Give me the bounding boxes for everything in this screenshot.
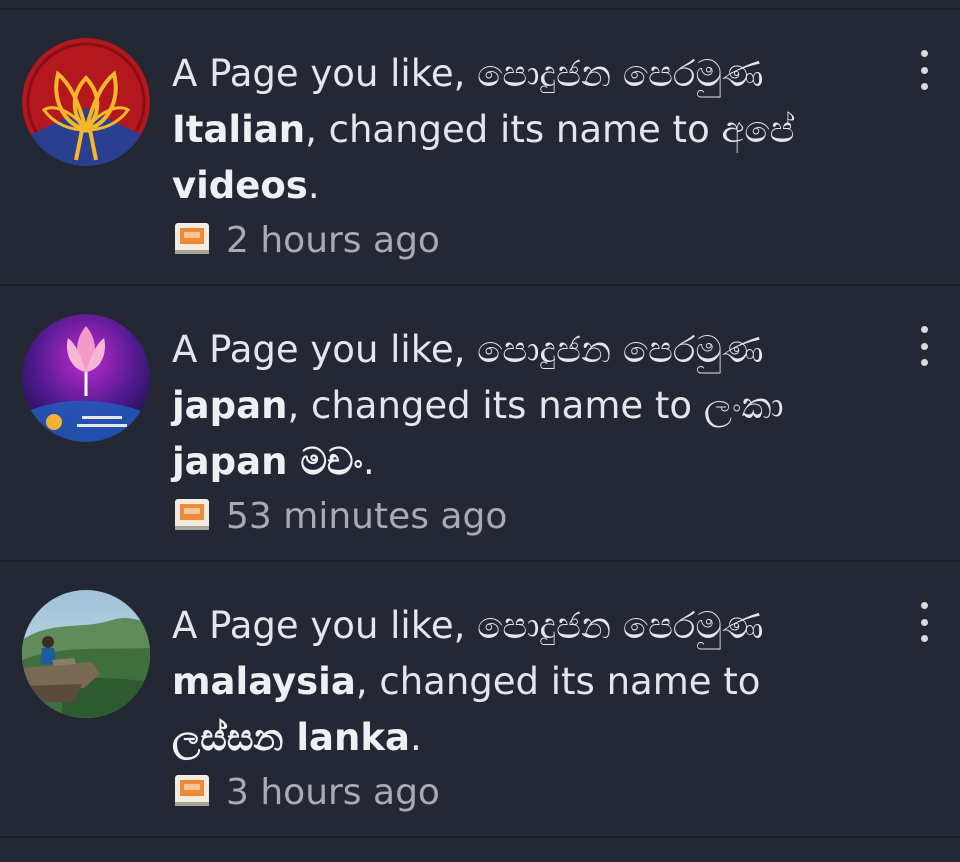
old-page-name: japan xyxy=(172,384,288,427)
page-flag-icon xyxy=(172,220,212,260)
notification-item[interactable]: A Page you like, පොදුජන පෙරමුණ Italian, … xyxy=(0,10,960,286)
more-options-icon[interactable] xyxy=(914,326,934,366)
page-avatar[interactable] xyxy=(22,38,150,166)
notification-list: A Page you like, පොදුජන පෙරමුණ Italian, … xyxy=(0,0,960,862)
timestamp: 53 minutes ago xyxy=(226,495,508,537)
old-page-name: malaysia xyxy=(172,660,356,703)
page-flag-icon xyxy=(172,496,212,536)
notification-item[interactable]: A Page you like, පොදුජන පෙරමුණ malaysia,… xyxy=(0,562,960,838)
lotus-logo-icon xyxy=(22,38,150,166)
landscape-photo-icon xyxy=(22,590,150,718)
new-page-name: videos xyxy=(172,164,308,207)
lotus-logo-icon xyxy=(22,314,150,442)
more-options-icon[interactable] xyxy=(914,602,934,642)
more-options-icon[interactable] xyxy=(914,50,934,90)
notification-text: A Page you like, පොදුජන පෙරමුණ Italian, … xyxy=(172,52,795,207)
notification-meta: 3 hours ago xyxy=(172,771,440,813)
timestamp: 2 hours ago xyxy=(226,219,440,261)
page-flag-icon xyxy=(172,772,212,812)
old-page-name: Italian xyxy=(172,108,306,151)
notification-meta: 2 hours ago xyxy=(172,219,440,261)
page-avatar[interactable] xyxy=(22,590,150,718)
new-page-name: japan මචං xyxy=(172,440,363,483)
new-page-name: ලස්සන lanka xyxy=(172,716,410,759)
notification-text: A Page you like, පොදුජන පෙරමුණ malaysia,… xyxy=(172,604,764,759)
notification-item[interactable]: A Page you like, පොදුජන පෙරමුණ japan, ch… xyxy=(0,286,960,562)
notification-text: A Page you like, පොදුජන පෙරමුණ japan, ch… xyxy=(172,328,784,483)
notification-meta: 53 minutes ago xyxy=(172,495,508,537)
timestamp: 3 hours ago xyxy=(226,771,440,813)
page-avatar[interactable] xyxy=(22,314,150,442)
